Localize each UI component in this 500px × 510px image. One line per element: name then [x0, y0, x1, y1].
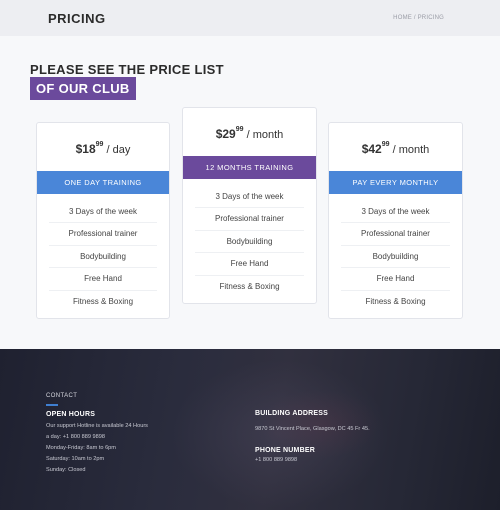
plan-price: $4299 / month: [329, 141, 462, 156]
price-amount: $42: [361, 142, 382, 156]
feature-item: 3 Days of the week: [49, 201, 157, 224]
breadcrumb-current: PRICING: [417, 15, 444, 21]
feature-item: Professional trainer: [195, 208, 304, 231]
price-amount: $18: [75, 142, 96, 156]
building-address-text: 9870 St Vincent Place, Glasgow, DC 45 Fr…: [255, 426, 370, 432]
price-cents: 99: [381, 141, 390, 148]
feature-list: 3 Days of the week Professional trainer …: [183, 186, 316, 298]
pricing-card-monthly: $4299 / month PAY EVERY MONTHLY 3 Days o…: [328, 122, 463, 319]
pricing-card-day: $1899 / day ONE DAY TRAINING 3 Days of t…: [36, 122, 170, 319]
feature-item: Bodybuilding: [49, 246, 157, 269]
feature-item: Fitness & Boxing: [72, 296, 134, 306]
pricing-headline-highlight: OF OUR CLUB: [30, 77, 136, 100]
plan-band[interactable]: 12 MONTHS TRAINING: [183, 156, 316, 179]
footer-contact-label: CONTACT: [46, 393, 78, 399]
phone-number-text[interactable]: +1 800 889 9898: [255, 455, 297, 466]
feature-item: Professional trainer: [341, 223, 450, 246]
pricing-headline: PLEASE SEE THE PRICE LIST: [30, 62, 224, 77]
open-hours-line: Monday-Friday: 8am to 6pm: [46, 445, 116, 451]
page-title: PRICING: [48, 11, 106, 26]
feature-item: Bodybuilding: [195, 231, 304, 254]
feature-item: Free Hand: [341, 268, 450, 291]
price-period: / month: [246, 129, 284, 141]
feature-item: Professional trainer: [49, 223, 157, 246]
building-address-title: BUILDING ADDRESS: [255, 410, 328, 417]
feature-item: Bodybuilding: [341, 246, 450, 269]
feature-item: Fitness & Boxing: [219, 281, 280, 291]
price-period: / day: [106, 144, 131, 156]
open-hours-title: OPEN HOURS: [46, 411, 96, 418]
price-cents: 99: [95, 141, 104, 148]
feature-item: 3 Days of the week: [195, 186, 304, 209]
page-header: PRICING HOME / PRICING: [0, 0, 500, 36]
plan-band[interactable]: ONE DAY TRAINING: [37, 171, 169, 194]
feature-list: 3 Days of the week Professional trainer …: [37, 201, 169, 313]
pricing-card-12-months: $2999 / month 12 MONTHS TRAINING 3 Days …: [182, 107, 317, 304]
open-hours-line: a day: +1 800 889 9898: [46, 434, 105, 440]
feature-item: Free Hand: [49, 268, 157, 291]
phone-number-title: PHONE NUMBER: [255, 447, 315, 454]
breadcrumb: HOME / PRICING: [393, 15, 444, 21]
feature-item: 3 Days of the week: [341, 201, 450, 224]
feature-item: Free Hand: [195, 253, 304, 276]
price-amount: $29: [215, 127, 236, 141]
open-hours-line: Our support Hotline is available 24 Hour…: [46, 423, 148, 429]
open-hours-line: Saturday: 10am to 2pm: [46, 456, 105, 462]
plan-band[interactable]: PAY EVERY MONTHLY: [329, 171, 462, 194]
plan-price: $1899 / day: [37, 141, 169, 156]
feature-item: Fitness & Boxing: [365, 296, 426, 306]
breadcrumb-home-link[interactable]: HOME: [393, 15, 412, 21]
price-period: / month: [392, 144, 430, 156]
plan-price: $2999 / month: [183, 126, 316, 141]
price-cents: 99: [235, 126, 244, 133]
feature-list: 3 Days of the week Professional trainer …: [329, 201, 462, 313]
footer-accent-line: [46, 404, 58, 406]
open-hours-line: Sunday: Closed: [46, 467, 86, 473]
